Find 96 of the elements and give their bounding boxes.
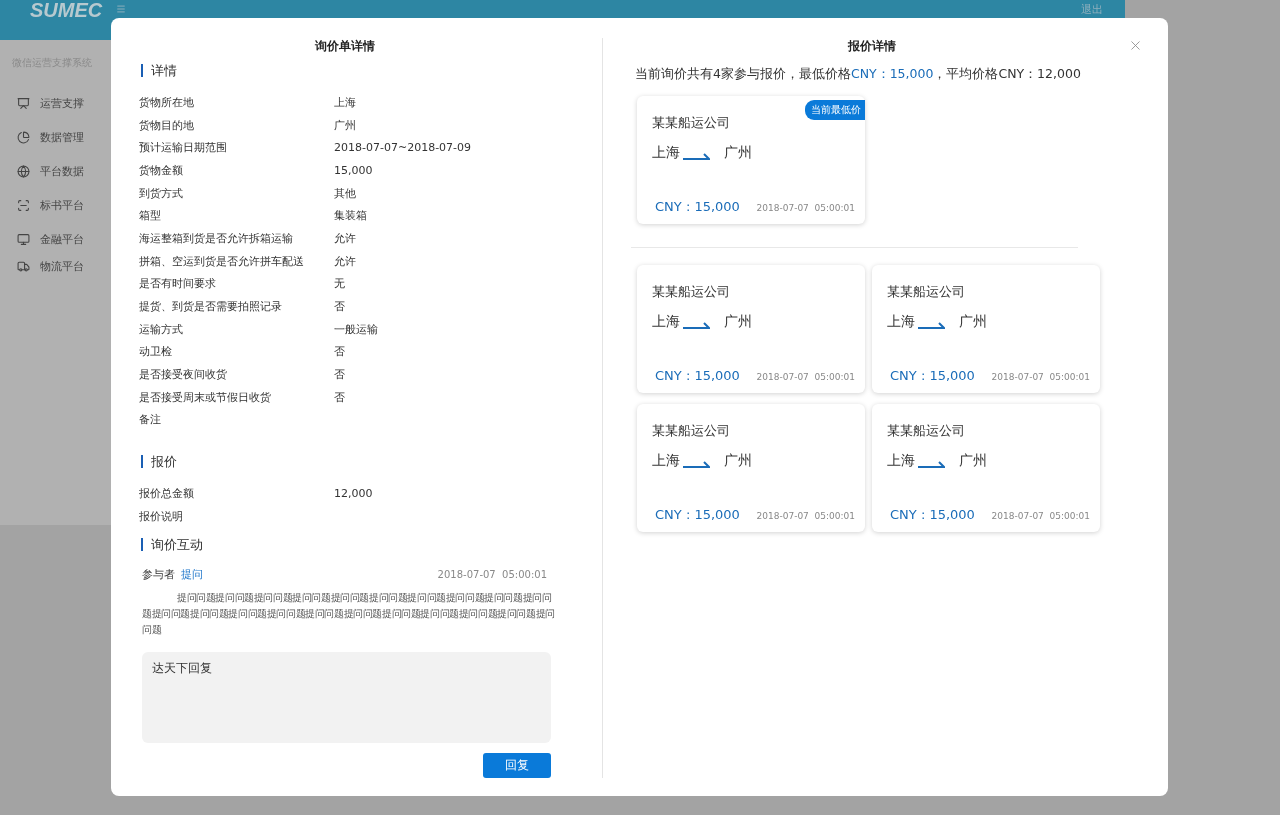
field-label: 运输方式 <box>139 321 184 337</box>
field-label: 是否接受周末或节假日收货 <box>139 389 272 405</box>
company-name: 某某船运公司 <box>652 114 731 132</box>
reply-field[interactable]: 达天下回复 <box>142 651 551 744</box>
section-heading: 询价互动 <box>141 537 551 551</box>
destination-city: 广州 <box>724 144 752 162</box>
origin-city: 上海 <box>652 144 680 162</box>
origin-city: 上海 <box>887 313 915 331</box>
field-label: 到货方式 <box>139 185 184 201</box>
sidebar-item[interactable]: 数据管理 <box>0 120 111 154</box>
field-value: 允许 <box>334 253 356 269</box>
field-label: 报价总金额 <box>139 486 195 502</box>
sidebar-item[interactable]: 金融平台 <box>0 222 111 256</box>
origin-city: 上海 <box>652 452 680 470</box>
field-value: 其他 <box>334 185 356 201</box>
logo: SUMEC <box>30 0 103 20</box>
message-text: 提问问题提问问题提问问题提问问题提问问题提问问题提问问题提问问题提问问题提问问题提问问题提问问题提问问题提问问题提问问题提问问题提问问题提问问题提问问题提问问题提问问题 <box>142 590 556 637</box>
sidebar-item[interactable]: 物流平台 <box>0 256 111 276</box>
quote-card[interactable]: 当前最低价 某某船运公司 上海 广州 CNY : 15,000 2018-07-07 05:00:01 <box>637 96 865 224</box>
field-value: 2018-07-07~2018-07-09 <box>334 141 472 155</box>
reply-button[interactable]: 回复 <box>483 753 551 778</box>
presentation-board-icon <box>17 96 30 110</box>
field-value: 否 <box>334 344 345 360</box>
origin-city: 上海 <box>652 313 680 331</box>
sidebar-item[interactable]: 运营支撑 <box>0 86 111 120</box>
message-time: 2018-07-07 05:00:01 <box>437 568 547 580</box>
field-value: 15,000 <box>334 163 373 177</box>
field-label: 拼箱、空运到货是否允许拼车配送 <box>139 253 305 269</box>
company-name: 某某船运公司 <box>652 422 731 440</box>
field-label: 货物目的地 <box>139 117 195 133</box>
section-heading: 报价 <box>141 455 551 469</box>
sidebar-label: 标书平台 <box>40 197 84 213</box>
section-heading: 详情 <box>141 64 551 77</box>
field-value: 一般运输 <box>334 321 378 337</box>
quote-price: CNY : 15,000 <box>655 507 740 522</box>
company-name: 某某船运公司 <box>887 422 966 440</box>
field-label: 海运整箱到货是否允许拆箱运输 <box>139 230 294 246</box>
quote-summary: 当前询价共有4家参与报价，最低价格CNY：15,000，平均价格CNY：12,000 <box>635 66 1082 82</box>
quote-price: CNY : 15,000 <box>655 199 740 214</box>
field-value: 否 <box>334 299 345 315</box>
quote-time: 2018-07-07 05:00:01 <box>756 203 855 213</box>
origin-city: 上海 <box>887 452 915 470</box>
field-value: 无 <box>334 276 345 292</box>
field-value: 允许 <box>334 230 356 246</box>
quote-price: CNY : 15,000 <box>890 507 975 522</box>
close-icon[interactable] <box>1128 38 1143 53</box>
field-value: 广州 <box>334 117 356 133</box>
field-label: 是否接受夜间收货 <box>139 367 228 383</box>
field-label: 货物所在地 <box>139 94 195 110</box>
quote-card[interactable]: 某某船运公司 上海 广州 CNY : 15,000 2018-07-07 05:00:01 <box>872 265 1100 393</box>
destination-city: 广州 <box>724 313 752 331</box>
field-label: 备注 <box>139 412 162 428</box>
sidebar-label: 运营支撑 <box>40 95 84 111</box>
quote-card[interactable]: 某某船运公司 上海 广州 CNY : 15,000 2018-07-07 05:00:01 <box>872 404 1100 532</box>
menu-icon[interactable] <box>116 4 127 14</box>
company-name: 某某船运公司 <box>652 283 731 301</box>
dialog-title: 询价单详情 <box>314 38 376 54</box>
destination-city: 广州 <box>724 452 752 470</box>
quote-card[interactable]: 某某船运公司 上海 广州 CNY : 15,000 2018-07-07 05:00:01 <box>637 265 865 393</box>
monitor-icon <box>17 232 30 246</box>
sidebar-item[interactable]: 平台数据 <box>0 154 111 188</box>
quote-time: 2018-07-07 05:00:01 <box>756 372 855 382</box>
field-label: 箱型 <box>139 208 162 224</box>
field-value: 否 <box>334 367 345 383</box>
quote-time: 2018-07-07 05:00:01 <box>991 511 1090 521</box>
field-label: 报价说明 <box>139 508 184 524</box>
company-name: 某某船运公司 <box>887 283 966 301</box>
field-value: 集装箱 <box>334 208 367 224</box>
pie-chart-icon <box>17 130 30 144</box>
destination-city: 广州 <box>959 452 987 470</box>
question-link[interactable]: 提问 <box>181 566 203 582</box>
sidebar-label: 金融平台 <box>40 231 84 247</box>
truck-icon <box>17 259 30 273</box>
quote-time: 2018-07-07 05:00:01 <box>756 511 855 521</box>
field-value: 上海 <box>334 94 356 110</box>
quote-price: CNY : 15,000 <box>890 368 975 383</box>
field-label: 是否有时间要求 <box>139 276 217 292</box>
author-name: 参与者 <box>142 566 175 582</box>
lowest-price-badge: 当前最低价 <box>805 100 865 120</box>
sidebar-item[interactable]: 标书平台 <box>0 188 111 222</box>
field-label: 提货、到货是否需要拍照记录 <box>139 299 283 315</box>
sidebar-label: 物流平台 <box>40 258 84 274</box>
destination-city: 广州 <box>959 313 987 331</box>
field-label: 货物金额 <box>139 162 184 178</box>
quote-price: CNY : 15,000 <box>655 368 740 383</box>
field-value: 12,000 <box>334 487 373 501</box>
field-label: 预计运输日期范围 <box>139 140 228 156</box>
panel-title: 报价详情 <box>846 38 897 54</box>
sidebar-label: 数据管理 <box>40 129 84 145</box>
field-label: 动卫检 <box>139 344 173 360</box>
globe-icon <box>17 164 30 178</box>
quote-card[interactable]: 某某船运公司 上海 广州 CNY : 15,000 2018-07-07 05:00:01 <box>637 404 865 532</box>
quote-time: 2018-07-07 05:00:01 <box>991 372 1090 382</box>
field-value: 否 <box>334 389 345 405</box>
scan-frame-icon <box>17 198 30 212</box>
sidebar-label: 平台数据 <box>40 163 84 179</box>
